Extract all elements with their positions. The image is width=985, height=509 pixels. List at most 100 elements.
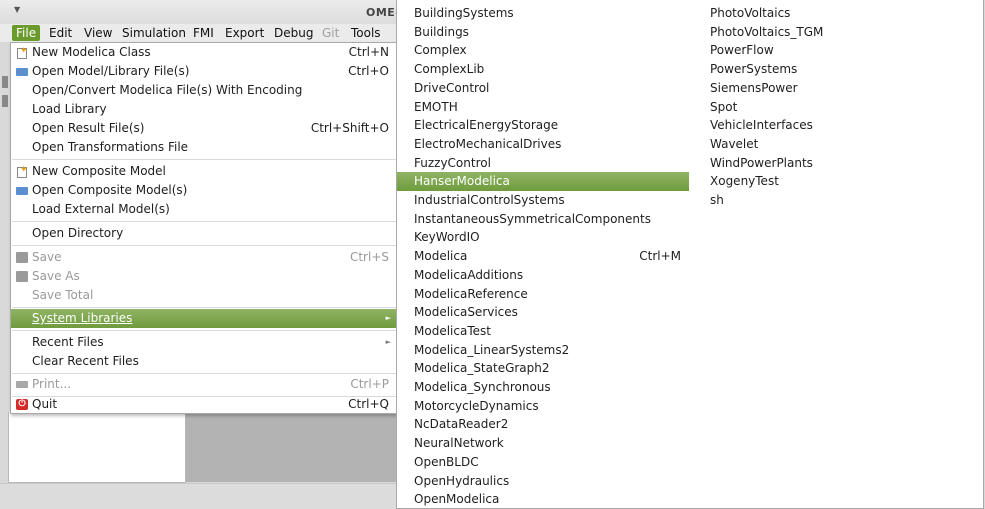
library-item-modelicatest[interactable]: ModelicaTest [397,322,689,341]
library-item-wavelet[interactable]: Wavelet [693,135,983,154]
library-item-industrialcontrolsystems[interactable]: IndustrialControlSystems [397,191,689,210]
menu-shortcut: Ctrl+Q [348,397,389,411]
library-item-modelica-linearsystems2[interactable]: Modelica_LinearSystems2 [397,341,689,360]
menu-label: Save [32,250,62,264]
library-item-drivecontrol[interactable]: DriveControl [397,79,689,98]
library-item-powersystems[interactable]: PowerSystems [693,60,983,79]
new-composite-model-item[interactable]: New Composite Model [11,161,397,181]
library-item-hansermodelica[interactable]: HanserModelica [397,172,689,192]
clear-recent-files-item[interactable]: Clear Recent Files [11,352,397,371]
library-label: Modelica_LinearSystems2 [414,342,570,357]
library-label: DriveControl [414,80,490,95]
library-browser-panel [8,412,186,483]
side-handle [2,95,8,107]
library-item-openmodelica[interactable]: OpenModelica [397,490,689,509]
submenu-arrow-icon: ► [385,338,391,346]
library-item-modelica-synchronous[interactable]: Modelica_Synchronous [397,378,689,397]
library-label: ModelicaTest [414,323,491,338]
menu-view[interactable]: View [80,25,116,41]
library-item-powerflow[interactable]: PowerFlow [693,41,983,60]
library-item-openhydraulics[interactable]: OpenHydraulics [397,472,689,491]
library-item-neuralnetwork[interactable]: NeuralNetwork [397,434,689,453]
library-label: ElectricalEnergyStorage [414,118,559,133]
library-item-windpowerplants[interactable]: WindPowerPlants [693,154,983,173]
library-label: PowerFlow [710,43,774,58]
power-icon: ⏻ [16,399,28,410]
library-item-vehicleinterfaces[interactable]: VehicleInterfaces [693,116,983,135]
open-transformations-file-item[interactable]: Open Transformations File [11,138,397,157]
menu-separator [12,307,396,308]
save-icon [16,252,28,263]
open-directory-item[interactable]: Open Directory [11,224,397,243]
library-label: XogenyTest [710,174,779,189]
library-item-modelica[interactable]: Modelica Ctrl+M [397,247,689,266]
menu-tools[interactable]: Tools [347,25,385,41]
library-item-complex[interactable]: Complex [397,41,689,60]
menu-simulation[interactable]: Simulation [118,25,190,41]
new-modelica-class-item[interactable]: New Modelica Class Ctrl+N [11,42,397,62]
library-item-spot[interactable]: Spot [693,98,983,117]
library-item-siemenspower[interactable]: SiemensPower [693,79,983,98]
library-item-buildingsystems[interactable]: BuildingSystems [397,4,689,23]
menu-export[interactable]: Export [221,25,268,41]
library-label: KeyWordIO [414,230,480,245]
library-item-electricalenergystorage[interactable]: ElectricalEnergyStorage [397,116,689,135]
menu-shortcut: Ctrl+N [348,45,389,59]
recent-files-item[interactable]: Recent Files ► [11,333,397,352]
menu-label: Clear Recent Files [32,354,139,368]
library-item-xogenytest[interactable]: XogenyTest [693,172,983,191]
menu-label: Load External Model(s) [32,202,170,216]
library-item-buildings[interactable]: Buildings [397,23,689,42]
menu-fmi[interactable]: FMI [189,25,218,41]
menu-file[interactable]: File [12,25,41,41]
library-label: NcDataReader2 [414,417,509,432]
library-item-motorcycledynamics[interactable]: MotorcycleDynamics [397,397,689,416]
library-item-instantaneoussymmetricalcomponents[interactable]: InstantaneousSymmetricalComponents [397,210,689,229]
library-item-modelica-stategraph2[interactable]: Modelica_StateGraph2 [397,359,689,378]
library-item-photovoltaics[interactable]: PhotoVoltaics [693,4,983,23]
menu-edit[interactable]: Edit [45,25,76,41]
menu-label: Quit [32,397,58,411]
folder-icon [16,187,28,195]
library-item-modelicaadditions[interactable]: ModelicaAdditions [397,266,689,285]
library-item-sh[interactable]: sh [693,191,983,210]
library-item-ncdatareader2[interactable]: NcDataReader2 [397,415,689,434]
load-external-models-item[interactable]: Load External Model(s) [11,200,397,219]
system-libraries-item[interactable]: System Libraries ► [11,309,397,328]
library-item-fuzzycontrol[interactable]: FuzzyControl [397,154,689,173]
menu-debug[interactable]: Debug [270,25,317,41]
menu-label: New Composite Model [32,164,166,178]
library-label: PhotoVoltaics_TGM [710,24,824,39]
library-item-electromechanicaldrives[interactable]: ElectroMechanicalDrives [397,135,689,154]
menu-shortcut: Ctrl+M [639,249,681,264]
menu-label: Open Composite Model(s) [32,183,188,197]
title-bar: ▼ OMEd [0,0,403,24]
save-total-item: Save Total [11,286,397,305]
menu-label: Save As [32,269,80,283]
library-item-modelicareference[interactable]: ModelicaReference [397,285,689,304]
printer-icon [16,381,28,388]
open-result-files-item[interactable]: Open Result File(s) Ctrl+Shift+O [11,119,397,138]
save-icon [16,271,28,282]
menu-label: Open Model/Library File(s) [32,64,190,78]
library-label: Modelica [414,249,468,264]
quit-item[interactable]: ⏻ Quit Ctrl+Q [11,395,397,414]
menu-git: Git [322,26,340,40]
window-menu-icon[interactable]: ▼ [14,5,20,14]
library-item-photovoltaics-tgm[interactable]: PhotoVoltaics_TGM [693,23,983,42]
load-library-item[interactable]: Load Library [11,100,397,119]
open-composite-models-item[interactable]: Open Composite Model(s) [11,181,397,200]
library-label: OpenModelica [414,492,500,507]
library-label: ComplexLib [414,62,485,77]
side-handle [2,76,8,88]
library-item-complexlib[interactable]: ComplexLib [397,60,689,79]
open-model-library-item[interactable]: Open Model/Library File(s) Ctrl+O [11,62,397,81]
library-item-emoth[interactable]: EMOTH [397,98,689,117]
menu-label: Open/Convert Modelica File(s) With Encod… [32,83,303,97]
menu-label: System Libraries [32,311,133,325]
library-item-openbldc[interactable]: OpenBLDC [397,453,689,472]
library-label: WindPowerPlants [710,155,813,170]
library-item-modelicaservices[interactable]: ModelicaServices [397,303,689,322]
library-item-keywordio[interactable]: KeyWordIO [397,228,689,247]
open-convert-encoding-item[interactable]: Open/Convert Modelica File(s) With Encod… [11,81,397,100]
